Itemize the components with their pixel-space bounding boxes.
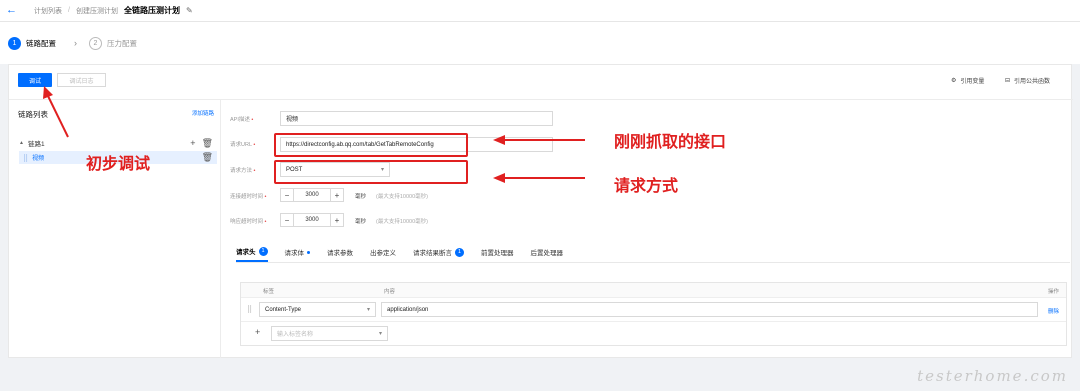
annotation-arrows <box>43 86 585 183</box>
watermark: testerhome.com <box>917 367 1068 385</box>
arrowhead <box>493 135 505 145</box>
annotation-method: 请求方式 <box>614 176 679 195</box>
annotation-debug: 初步调试 <box>86 154 151 173</box>
arrow-to-debug-button <box>47 95 69 138</box>
annotation-url: 刚刚抓取的接口 <box>614 132 727 151</box>
arrowhead <box>493 173 505 183</box>
